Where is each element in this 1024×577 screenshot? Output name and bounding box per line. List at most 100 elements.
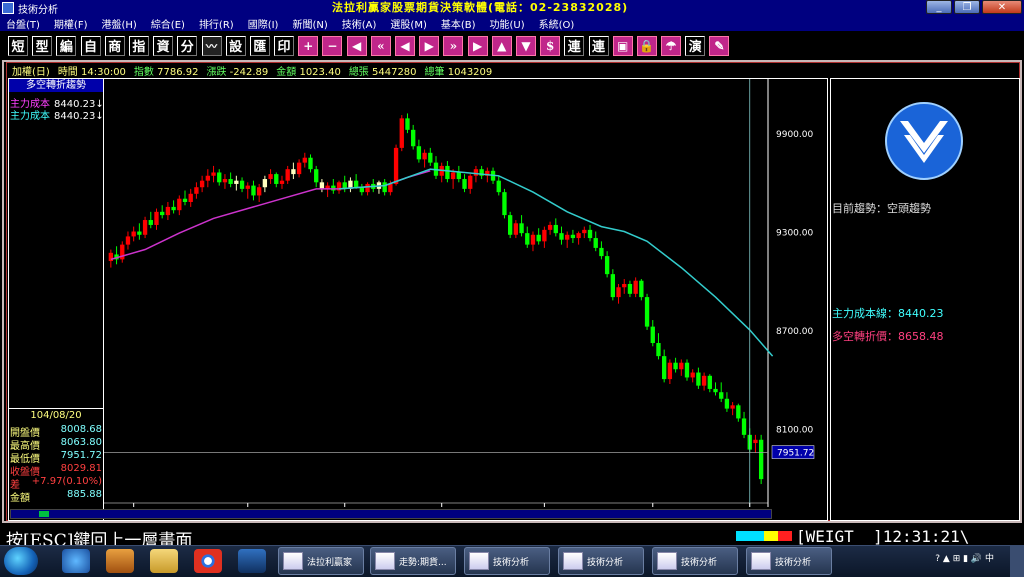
taskbar-task[interactable]: 技術分析 [558, 547, 644, 575]
toolbar-button[interactable]: 演 [685, 35, 706, 56]
candle-body [730, 405, 735, 409]
legend-title[interactable]: 多空轉折趨勢 [9, 79, 103, 92]
toolbar-button[interactable]: 匯 [249, 35, 270, 56]
candle-body [222, 179, 228, 183]
toolbar-button[interactable]: 🔒 [636, 35, 657, 56]
toolbar-button[interactable]: 自 [80, 35, 101, 56]
candle-body [707, 375, 712, 389]
nav-arrow-icon[interactable]: − [322, 35, 343, 56]
chart-type-icon[interactable]: 〰 [201, 35, 222, 56]
menu-item[interactable]: 系統(O) [539, 16, 575, 31]
candlestick-chart[interactable]: 9900.009300.008700.008100.007951.72104/2… [104, 79, 828, 521]
menu-item[interactable]: 技術(A) [342, 16, 377, 31]
toolbar-button[interactable]: 分 [177, 35, 198, 56]
toolbar-button[interactable]: 編 [56, 35, 77, 56]
toolbar-button[interactable]: ✎ [709, 35, 730, 56]
task-app-icon [469, 552, 489, 570]
candle-body [519, 223, 524, 234]
toolbar-button[interactable]: 設 [225, 35, 246, 56]
toolbar-button[interactable]: 連 [564, 35, 585, 56]
volume-value: 5447280 [372, 67, 417, 78]
ie-icon[interactable] [62, 549, 90, 573]
taskbar-task[interactable]: 技術分析 [652, 547, 738, 575]
nav-arrow-icon[interactable]: ▲ [491, 35, 512, 56]
nav-arrow-icon[interactable]: ◀ [395, 35, 415, 56]
start-button[interactable] [4, 547, 38, 575]
toolbar-button[interactable]: 短 [8, 35, 28, 56]
scroll-thumb[interactable] [39, 511, 49, 517]
candle-body [559, 233, 564, 240]
minimize-button[interactable]: _ [926, 0, 952, 14]
toolbar-button[interactable]: 資 [153, 35, 174, 56]
current-price-label: 7951.72 [777, 449, 814, 459]
task-label: 技術分析 [775, 557, 812, 568]
candle-body [450, 172, 456, 180]
candle-body [422, 152, 427, 160]
toolbar-button[interactable]: ☂ [661, 35, 682, 56]
candle-body [468, 175, 473, 189]
show-desktop-button[interactable] [1010, 546, 1024, 577]
toolbar-button[interactable]: 連 [588, 35, 609, 56]
nav-arrow-icon[interactable]: ◀ [346, 35, 367, 56]
nav-arrow-icon[interactable]: ▼ [515, 35, 536, 56]
quote-info-bar: 加權(日) 時間 14:30:00 指數 7786.92 漲跌 -242.89 … [12, 63, 492, 78]
candle-body [719, 392, 724, 399]
candle-body [251, 185, 256, 196]
menu-bar: 台盤(T) 期權(F) 港盤(H) 綜合(E) 排行(R) 國際(I) 新聞(N) 技術(A)… [0, 16, 1024, 31]
time-label: 時間 [57, 67, 78, 78]
candle-body [593, 238, 598, 248]
y-tick-label: 9300.00 [776, 229, 813, 239]
folder-icon[interactable] [150, 549, 178, 573]
quote-value: 885.88 [67, 489, 102, 500]
nav-arrow-icon[interactable]: ▶ [467, 35, 488, 56]
candle-body [570, 234, 576, 239]
toolbar-button[interactable]: ▣ [612, 35, 633, 56]
restore-button[interactable]: ❐ [954, 0, 980, 14]
nav-arrow-icon[interactable]: » [443, 35, 464, 56]
menu-item[interactable]: 功能(U) [490, 16, 525, 31]
chart-scrollbar[interactable] [10, 509, 772, 519]
close-button[interactable]: ✕ [982, 0, 1022, 14]
candle-body [644, 297, 650, 327]
candle-body [154, 211, 159, 225]
nav-arrow-icon[interactable]: + [298, 35, 319, 56]
media-player-icon[interactable] [106, 549, 134, 573]
candle-body [308, 157, 313, 170]
taskbar-task[interactable]: 技術分析 [464, 547, 550, 575]
menu-item[interactable]: 期權(F) [54, 16, 88, 31]
menu-item[interactable]: 選股(M) [390, 16, 426, 31]
candle-body [604, 256, 610, 275]
menu-item[interactable]: 綜合(E) [151, 16, 185, 31]
nav-arrow-icon[interactable]: « [370, 35, 391, 56]
toolbar-button[interactable]: 印 [274, 35, 295, 56]
menu-item[interactable]: 港盤(H) [101, 16, 136, 31]
clock: [WEIGT_ ]12:31:21\ [796, 527, 970, 546]
menu-item[interactable]: 台盤(T) [6, 16, 40, 31]
toolbar-button[interactable]: $ [540, 35, 561, 56]
chrome-icon[interactable] [194, 549, 222, 573]
candle-body [582, 229, 587, 234]
window-controls: _ ❐ ✕ [924, 0, 1022, 14]
taskbar-task[interactable]: 走勢:期貨... [370, 547, 456, 575]
candle-body [496, 180, 501, 193]
menu-item[interactable]: 國際(I) [248, 16, 279, 31]
task-app-icon [563, 552, 583, 570]
bear-trend-down-icon [885, 102, 963, 180]
menu-item[interactable]: 基本(B) [441, 16, 476, 31]
toolbar-button[interactable]: 商 [104, 35, 125, 56]
app-shortcut-icon[interactable] [238, 549, 266, 573]
task-label: 技術分析 [681, 557, 718, 568]
candle-body [142, 220, 148, 235]
taskbar-task[interactable]: 技術分析 [746, 547, 832, 575]
toolbar-button[interactable]: 指 [128, 35, 149, 56]
candle-body [639, 280, 644, 298]
taskbar-task[interactable]: 法拉利贏家 [278, 547, 364, 575]
menu-item[interactable]: 新聞(N) [292, 16, 327, 31]
candle-body [633, 280, 638, 294]
nav-arrow-icon[interactable]: ▶ [419, 35, 440, 56]
candle-body [684, 362, 690, 378]
toolbar-button[interactable]: 型 [32, 35, 53, 56]
menu-item[interactable]: 排行(R) [199, 16, 234, 31]
candle-body [610, 274, 616, 298]
candle-body [291, 169, 296, 175]
